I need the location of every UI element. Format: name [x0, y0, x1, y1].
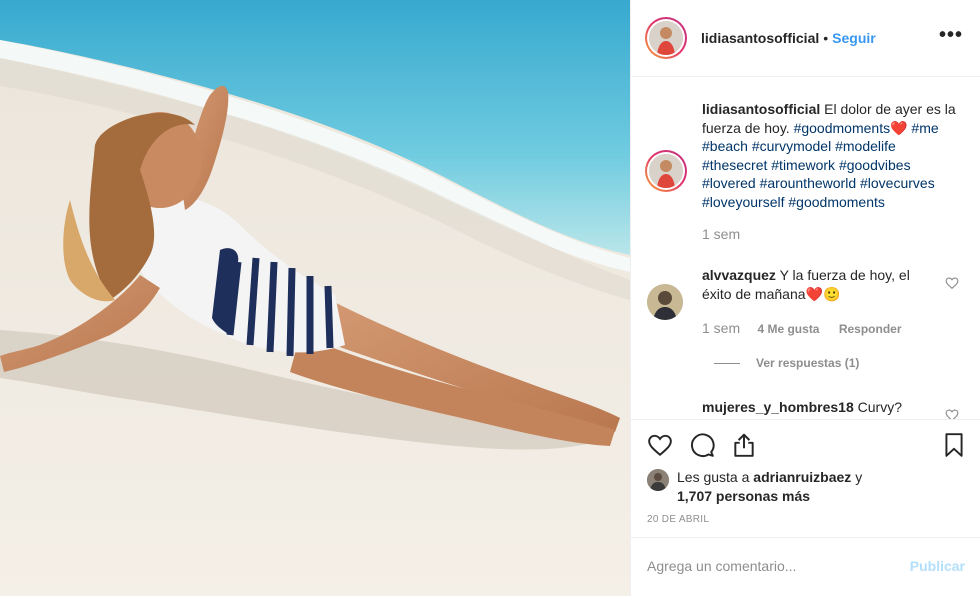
reply-button[interactable]: Responder — [839, 322, 902, 336]
liker-avatar[interactable] — [647, 469, 669, 491]
post-header: lidiasantosofficial • Seguir ••• — [631, 0, 980, 77]
post-photo[interactable] — [0, 0, 630, 596]
instagram-post: lidiasantosofficial • Seguir ••• lidiasa… — [0, 0, 980, 596]
hashtag-link[interactable]: #goodmoments — [788, 194, 885, 210]
bookmark-icon[interactable] — [941, 432, 967, 458]
hashtag-link[interactable]: #curvymodel — [752, 138, 831, 154]
follow-button[interactable]: Seguir — [832, 30, 876, 46]
comment-avatar-image — [647, 284, 683, 320]
author-avatar-image — [649, 21, 683, 55]
hashtag-link[interactable]: #thesecret — [702, 157, 767, 173]
comment-username-link[interactable]: mujeres_y_hombres18 — [702, 399, 854, 415]
separator-dot: • — [823, 30, 829, 46]
hashtag-link[interactable]: #beach — [702, 138, 748, 154]
hashtag-link[interactable]: #timework — [771, 157, 835, 173]
hashtag-link[interactable]: #lovecurves — [860, 175, 935, 191]
share-icon[interactable] — [731, 432, 757, 458]
comment-emoji: ❤️🙂 — [805, 285, 841, 302]
caption-username-link[interactable]: lidiasantosofficial — [702, 101, 820, 117]
post-caption: lidiasantosofficial El dolor de ayer es … — [645, 100, 975, 244]
comment-icon[interactable] — [689, 432, 715, 458]
liked-by-mid: y — [855, 469, 863, 485]
publish-button[interactable]: Publicar — [910, 558, 965, 574]
comment-body: Curvy? — [857, 399, 903, 415]
hashtag-link[interactable]: #me — [911, 120, 938, 136]
view-replies-button[interactable]: Ver respuestas (1) — [714, 356, 859, 370]
hashtag-link[interactable]: #modelife — [835, 138, 896, 154]
comment-text: mujeres_y_hombres18 Curvy? — [702, 398, 937, 417]
comment-username-link[interactable]: alvvazquez — [702, 267, 776, 283]
hashtag-link[interactable]: #loveyourself — [702, 194, 785, 210]
caption-text: lidiasantosofficial El dolor de ayer es … — [702, 100, 962, 244]
hashtag-link[interactable]: #goodmoments — [794, 120, 891, 136]
small-heart-icon[interactable] — [945, 276, 959, 290]
replies-divider — [714, 362, 740, 364]
author-username-link[interactable]: lidiasantosofficial — [701, 30, 819, 46]
comment-input[interactable]: Agrega un comentario... — [647, 558, 796, 574]
comment-meta: 1 sem 4 Me gusta Responder — [702, 320, 902, 336]
caption-avatar-image — [649, 154, 683, 188]
beach-photo — [0, 0, 630, 596]
comments-list[interactable]: lidiasantosofficial El dolor de ayer es … — [631, 78, 980, 419]
hashtag-link[interactable]: #lovered — [702, 175, 756, 191]
caption-time[interactable]: 1 sem — [702, 225, 962, 244]
heart-emoji: ❤️ — [890, 119, 908, 136]
liked-by: Les gusta a adrianruizbaez y 1,707 perso… — [647, 468, 862, 505]
comment-likes[interactable]: 4 Me gusta — [757, 322, 819, 336]
post-actions: Les gusta a adrianruizbaez y 1,707 perso… — [631, 419, 980, 537]
comment-time[interactable]: 1 sem — [702, 320, 740, 336]
comment-text: alvvazquez Y la fuerza de hoy, el éxito … — [702, 266, 937, 303]
post-date[interactable]: 20 DE ABRIL — [647, 514, 709, 525]
liked-by-text: Les gusta a adrianruizbaez y 1,707 perso… — [677, 468, 862, 505]
heart-icon[interactable] — [647, 432, 673, 458]
caption-avatar[interactable] — [645, 150, 687, 192]
post-panel: lidiasantosofficial • Seguir ••• lidiasa… — [630, 0, 980, 596]
more-options-icon[interactable]: ••• — [939, 25, 963, 45]
comment-avatar[interactable] — [647, 284, 683, 320]
liked-by-others-link[interactable]: 1,707 personas más — [677, 488, 810, 504]
liker-username-link[interactable]: adrianruizbaez — [753, 469, 851, 485]
add-comment-bar: Agrega un comentario... Publicar — [631, 537, 980, 596]
author-avatar[interactable] — [645, 17, 687, 59]
liked-by-prefix: Les gusta a — [677, 469, 750, 485]
view-replies-label: Ver respuestas (1) — [756, 356, 860, 370]
hashtag-link[interactable]: #arountheworld — [760, 175, 857, 191]
liker-avatar-image — [647, 469, 669, 491]
small-heart-icon[interactable] — [945, 408, 959, 419]
hashtag-link[interactable]: #goodvibes — [839, 157, 911, 173]
